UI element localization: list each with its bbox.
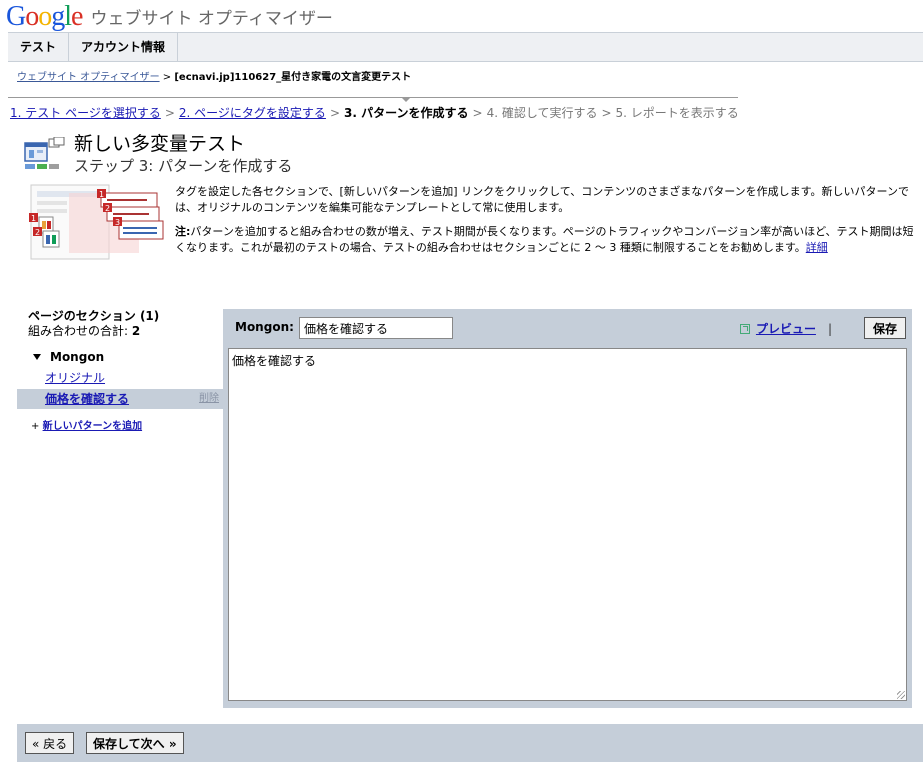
step-4: 4. 確認して実行する <box>486 106 598 120</box>
variation-name-input[interactable] <box>299 317 453 339</box>
svg-text:1: 1 <box>31 214 36 223</box>
collapse-triangle-icon[interactable] <box>33 354 41 360</box>
step-1-link[interactable]: 1. テスト ページを選択する <box>10 106 161 120</box>
product-name: ウェブサイト オプティマイザー <box>90 9 333 29</box>
main-tabs: テスト アカウント情報 <box>8 32 923 62</box>
add-plus: + <box>31 421 40 432</box>
combinations-total: 組み合わせの合計: 2 <box>28 324 159 339</box>
variation-original-link[interactable]: オリジナル <box>45 371 105 385</box>
instructions-note: 注:パターンを追加すると組み合わせの数が増え、テスト期間が長くなります。ページの… <box>175 224 915 256</box>
instructions-text: タグを設定した各セクションで、[新しいパターンを追加] リンクをクリックして、コ… <box>175 185 910 214</box>
instructions: タグを設定した各セクションで、[新しいパターンを追加] リンクをクリックして、コ… <box>175 184 915 264</box>
sections-header: ページのセクション (1) 組み合わせの合計: 2 <box>28 309 159 339</box>
note-label: 注: <box>175 225 191 238</box>
variation-selected[interactable]: 価格を確認する 削除 <box>17 389 223 409</box>
section-name: Mongon <box>50 350 105 364</box>
page-title: 新しい多変量テスト <box>74 133 246 155</box>
step-2-link[interactable]: 2. ページにタグを設定する <box>179 106 326 120</box>
save-button[interactable]: 保存 <box>864 317 906 339</box>
app-header: Google ウェブサイト オプティマイザー <box>6 0 333 32</box>
add-variation: + 新しいパターンを追加 <box>17 419 223 435</box>
tab-account-info[interactable]: アカウント情報 <box>69 33 179 61</box>
variation-original: オリジナル <box>17 368 223 388</box>
svg-text:2: 2 <box>35 228 40 237</box>
details-link[interactable]: 詳細 <box>806 241 828 254</box>
variation-selected-link[interactable]: 価格を確認する <box>45 389 129 409</box>
variation-content-textarea[interactable]: 価格を確認する <box>228 348 907 701</box>
svg-text:3: 3 <box>115 218 120 227</box>
add-variation-link[interactable]: 新しいパターンを追加 <box>43 421 143 432</box>
external-link-icon <box>739 323 750 334</box>
svg-text:1: 1 <box>99 190 104 199</box>
preview-area: プレビュー | <box>739 320 832 337</box>
combinations-value: 2 <box>131 324 141 338</box>
note-text: パターンを追加すると組み合わせの数が増え、テスト期間が長くなります。ページのトラ… <box>175 225 914 254</box>
back-button[interactable]: « 戻る <box>25 732 75 754</box>
section-group-mongon[interactable]: Mongon <box>17 346 223 368</box>
multivariate-test-icon <box>24 137 65 169</box>
footer-bar: « 戻る 保存して次へ » <box>17 724 923 762</box>
breadcrumb-separator: > <box>162 72 172 83</box>
steps-divider <box>8 97 738 98</box>
google-logo[interactable]: Google <box>6 2 83 32</box>
sections-heading: ページのセクション (1) <box>28 309 160 323</box>
resize-grip-icon[interactable] <box>897 691 905 699</box>
breadcrumb-root-link[interactable]: ウェブサイト オプティマイザー <box>17 72 160 83</box>
delete-variation-link[interactable]: 削除 <box>199 389 219 409</box>
current-step-caret-icon <box>401 97 411 102</box>
svg-text:2: 2 <box>105 204 110 213</box>
combinations-label: 組み合わせの合計: <box>28 324 132 338</box>
save-and-next-button[interactable]: 保存して次へ » <box>86 732 184 754</box>
separator: | <box>827 321 832 336</box>
step-5: 5. レポートを表示する <box>615 106 739 120</box>
pattern-illustration: 1 2 3 1 2 <box>29 184 164 260</box>
section-list: Mongon オリジナル 価格を確認する 削除 + 新しいパターンを追加 <box>17 346 223 435</box>
page-subtitle: ステップ 3: パターンを作成する <box>74 157 293 175</box>
tab-test[interactable]: テスト <box>8 33 70 61</box>
variation-editor: Mongon: プレビュー | 保存 価格を確認する <box>223 309 912 708</box>
wizard-steps: 1. テスト ページを選択する >2. ページにタグを設定する >3. パターンを作… <box>10 106 739 120</box>
breadcrumb-current: [ecnavi.jp]110627_星付き家電の文言変更テスト <box>174 72 412 83</box>
preview-link[interactable]: プレビュー <box>756 320 816 337</box>
step-3-current: 3. パターンを作成する <box>344 106 469 120</box>
breadcrumb: ウェブサイト オプティマイザー > [ecnavi.jp]110627_星付き家… <box>17 68 411 83</box>
section-label: Mongon: <box>235 320 294 334</box>
